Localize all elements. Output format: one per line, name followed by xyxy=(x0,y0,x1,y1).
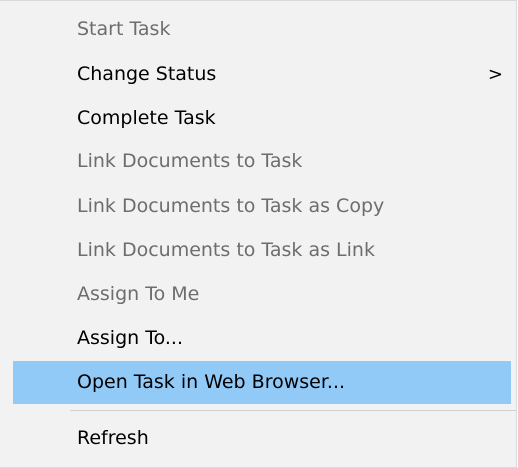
menu-item-refresh[interactable]: Refresh xyxy=(13,417,511,460)
menu-separator xyxy=(70,410,516,411)
menu-item-label: Refresh xyxy=(77,427,149,449)
context-menu: Start Task Change Status > Complete Task… xyxy=(0,0,517,468)
menu-item-label: Open Task in Web Browser... xyxy=(77,371,346,393)
menu-item-label: Start Task xyxy=(77,18,171,40)
menu-item-complete-task[interactable]: Complete Task xyxy=(13,97,511,140)
menu-item-link-documents-copy[interactable]: Link Documents to Task as Copy xyxy=(13,185,511,228)
menu-item-assign-to-me[interactable]: Assign To Me xyxy=(13,273,511,316)
menu-item-open-in-browser[interactable]: Open Task in Web Browser... xyxy=(13,361,511,404)
menu-item-label: Link Documents to Task as Link xyxy=(77,239,375,261)
menu-item-label: Change Status xyxy=(77,63,217,85)
menu-item-assign-to[interactable]: Assign To... xyxy=(13,317,511,360)
menu-item-link-documents-link[interactable]: Link Documents to Task as Link xyxy=(13,229,511,272)
menu-item-link-documents[interactable]: Link Documents to Task xyxy=(13,140,511,183)
menu-item-change-status[interactable]: Change Status > xyxy=(13,53,511,96)
menu-item-start-task[interactable]: Start Task xyxy=(13,8,511,51)
menu-item-label: Assign To... xyxy=(77,327,184,349)
menu-item-label: Link Documents to Task xyxy=(77,150,303,172)
menu-item-label: Complete Task xyxy=(77,107,216,129)
chevron-right-icon: > xyxy=(487,64,503,85)
menu-item-label: Link Documents to Task as Copy xyxy=(77,195,385,217)
menu-item-label: Assign To Me xyxy=(77,283,200,305)
